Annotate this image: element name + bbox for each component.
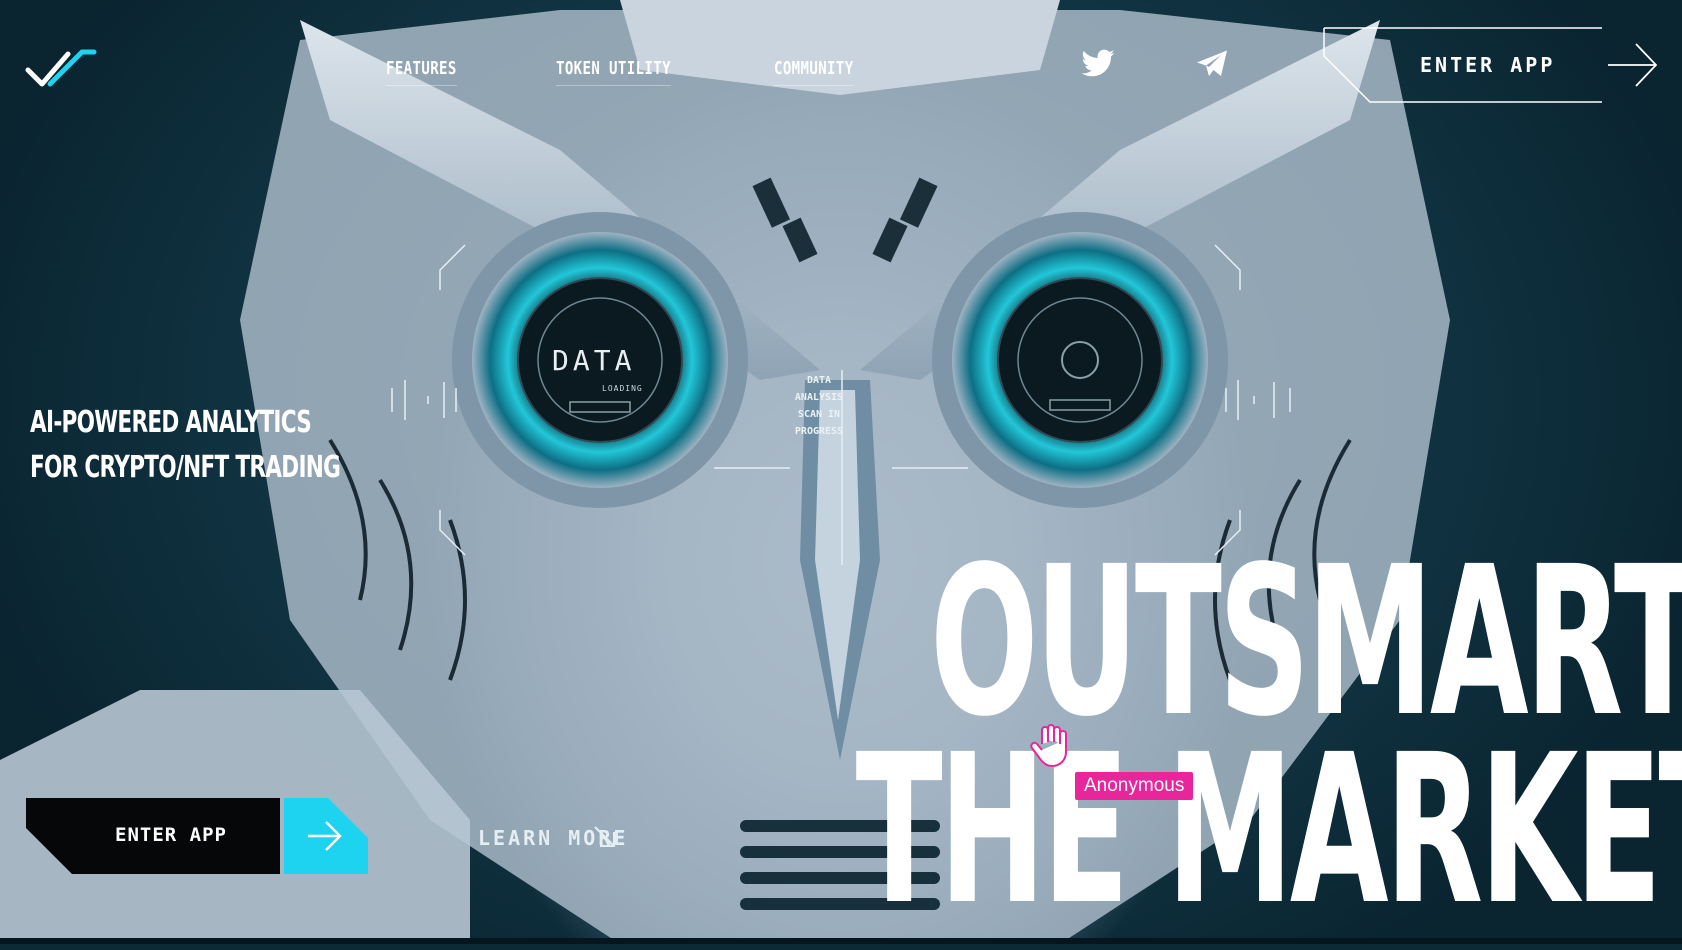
hud-line: ANALYSIS — [794, 392, 844, 403]
nav-link-community[interactable]: COMMUNITY — [774, 58, 854, 86]
enter-app-bottom-label: ENTER APP — [115, 824, 227, 846]
arrow-right-icon[interactable] — [1606, 40, 1660, 90]
nav-link-features[interactable]: FEATURES — [386, 58, 457, 86]
hand-cursor-icon — [1030, 724, 1067, 768]
hud-status-text: DATA ANALYSIS SCAN IN PROGRESS — [784, 372, 854, 440]
headline-line-1: OUTSMART — [930, 522, 1682, 762]
telegram-icon[interactable] — [1194, 46, 1230, 82]
enter-app-top-button[interactable]: ENTER APP — [1322, 26, 1602, 104]
collaborator-name-tag: Anonymous — [1075, 772, 1194, 800]
enter-app-bottom-button[interactable]: ENTER APP — [26, 798, 280, 874]
arrow-cta-button[interactable] — [284, 798, 368, 874]
page-bottom-edge — [0, 938, 1682, 944]
tagline-line-2: FOR CRYPTO/NFT TRADING — [30, 450, 341, 485]
top-navigation: FEATURES TOKEN UTILITY COMMUNITY ENTER A… — [0, 0, 1682, 130]
eye-data-label: DATA — [552, 344, 636, 377]
hud-line: DATA — [806, 375, 832, 386]
hero-headline: OUTSMART THE MARKET — [856, 522, 1682, 933]
brand-logo-icon[interactable] — [24, 46, 98, 92]
eye-loading-label: LOADING — [602, 384, 643, 393]
hero-tagline: AI-POWERED ANALYTICS FOR CRYPTO/NFT TRAD… — [30, 400, 341, 490]
hud-line: PROGRESS — [794, 426, 844, 437]
twitter-icon[interactable] — [1080, 46, 1116, 82]
headline-line-2: THE MARKET — [855, 710, 1682, 950]
arrow-down-right-icon[interactable] — [592, 824, 618, 850]
hud-line: SCAN IN — [797, 409, 841, 420]
tagline-line-1: AI-POWERED ANALYTICS — [30, 405, 312, 440]
nav-link-token-utility[interactable]: TOKEN UTILITY — [556, 58, 671, 86]
enter-app-top-label: ENTER APP — [1420, 53, 1556, 77]
